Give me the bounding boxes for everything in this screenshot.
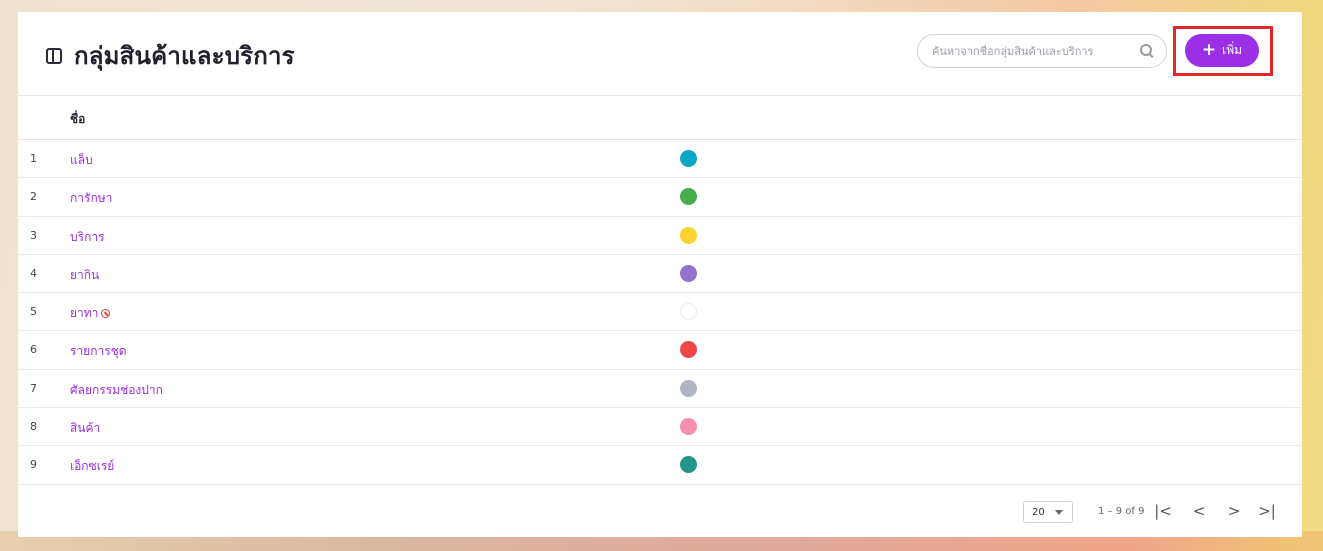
color-dot <box>680 188 697 206</box>
row-number: 7 <box>30 381 37 395</box>
color-dot <box>680 418 697 436</box>
pagination: 20 1 – 9 of 9 |< < > >| <box>18 496 1302 537</box>
table-row[interactable]: 2 การักษา <box>18 178 1302 217</box>
groups-card: กลุ่มสินค้าและบริการ + เพิ่ม ชื่อ 1 แล็บ 2… <box>18 12 1302 537</box>
column-header-name: ชื่อ <box>70 112 86 126</box>
page-size-select[interactable]: 20 <box>1023 501 1073 523</box>
color-dot <box>680 341 697 359</box>
row-name-link[interactable]: บริการ <box>70 228 105 247</box>
header: กลุ่มสินค้าและบริการ + เพิ่ม <box>18 12 1302 95</box>
table-row[interactable]: 1 แล็บ <box>18 140 1302 179</box>
row-name-link[interactable]: เอ็กซเรย์ <box>70 457 114 476</box>
prev-page-button[interactable]: < <box>1189 502 1209 520</box>
add-group-button[interactable]: + เพิ่ม <box>1185 34 1259 67</box>
plus-icon: + <box>1201 40 1217 60</box>
row-name-text: การักษา <box>70 191 113 206</box>
title-area: กลุ่มสินค้าและบริการ <box>46 36 295 75</box>
color-dot <box>680 456 697 474</box>
row-number: 8 <box>30 420 37 434</box>
row-name-link[interactable]: แล็บ <box>70 151 93 170</box>
row-number: 9 <box>30 458 37 472</box>
page-size-value: 20 <box>1032 506 1045 518</box>
row-name-link[interactable]: สินค้า <box>70 419 100 438</box>
row-number: 4 <box>30 266 37 280</box>
search-icon[interactable] <box>1140 44 1154 58</box>
search-input[interactable] <box>930 43 1140 59</box>
row-name-link[interactable]: ยากิน <box>70 266 99 285</box>
row-name-link[interactable]: ยาทา <box>70 304 111 323</box>
add-button-label: เพิ่ม <box>1222 43 1243 57</box>
table-header: ชื่อ <box>18 95 1302 140</box>
row-name-text: เอ็กซเรย์ <box>70 459 115 474</box>
row-name-text: รายการชุด <box>70 344 127 359</box>
table-row[interactable]: 4 ยากิน <box>18 255 1302 294</box>
row-name-link[interactable]: ศัลยกรรมช่องปาก <box>70 381 163 400</box>
table-row[interactable]: 8 สินค้า <box>18 408 1302 447</box>
groups-table: ชื่อ 1 แล็บ 2 การักษา 3 บริการ 4 ยากิน 5 ยาทา 6 ราย… <box>18 95 1302 485</box>
color-dot <box>680 264 697 282</box>
sidebar-toggle-icon[interactable] <box>46 47 62 64</box>
disabled-icon <box>101 309 111 319</box>
color-dot <box>680 226 697 244</box>
row-name-text: แล็บ <box>70 153 93 167</box>
row-number: 5 <box>30 305 37 319</box>
table-row[interactable]: 6 รายการชุด <box>18 331 1302 370</box>
first-page-button[interactable]: |< <box>1153 502 1173 520</box>
color-dot <box>680 150 697 167</box>
row-name-text: ยาทา <box>70 306 99 321</box>
page-title: กลุ่มสินค้าและบริการ <box>74 42 295 70</box>
row-name-text: ยากิน <box>70 267 100 282</box>
row-name-link[interactable]: รายการชุด <box>70 342 127 361</box>
page-range: 1 – 9 of 9 <box>1098 506 1145 517</box>
row-name-text: บริการ <box>70 229 105 244</box>
row-number: 2 <box>30 190 37 204</box>
table-row[interactable]: 9 เอ็กซเรย์ <box>18 446 1302 485</box>
row-name-text: สินค้า <box>70 421 101 436</box>
last-page-button[interactable]: >| <box>1257 502 1277 520</box>
table-row[interactable]: 5 ยาทา <box>18 293 1302 332</box>
search-box[interactable] <box>917 34 1167 68</box>
row-name-text: ศัลยกรรมช่องปาก <box>70 382 163 397</box>
color-dot <box>680 303 697 321</box>
next-page-button[interactable]: > <box>1224 502 1244 520</box>
table-row[interactable]: 3 บริการ <box>18 217 1302 255</box>
table-body: 1 แล็บ 2 การักษา 3 บริการ 4 ยากิน 5 ยาทา 6 รายการชุ… <box>18 140 1302 485</box>
table-row[interactable]: 7 ศัลยกรรมช่องปาก <box>18 370 1302 409</box>
color-dot <box>680 379 697 397</box>
row-number: 1 <box>30 152 37 165</box>
caret-down-icon <box>1054 509 1063 515</box>
row-number: 3 <box>30 228 37 242</box>
row-number: 6 <box>30 343 37 357</box>
row-name-link[interactable]: การักษา <box>70 189 112 208</box>
